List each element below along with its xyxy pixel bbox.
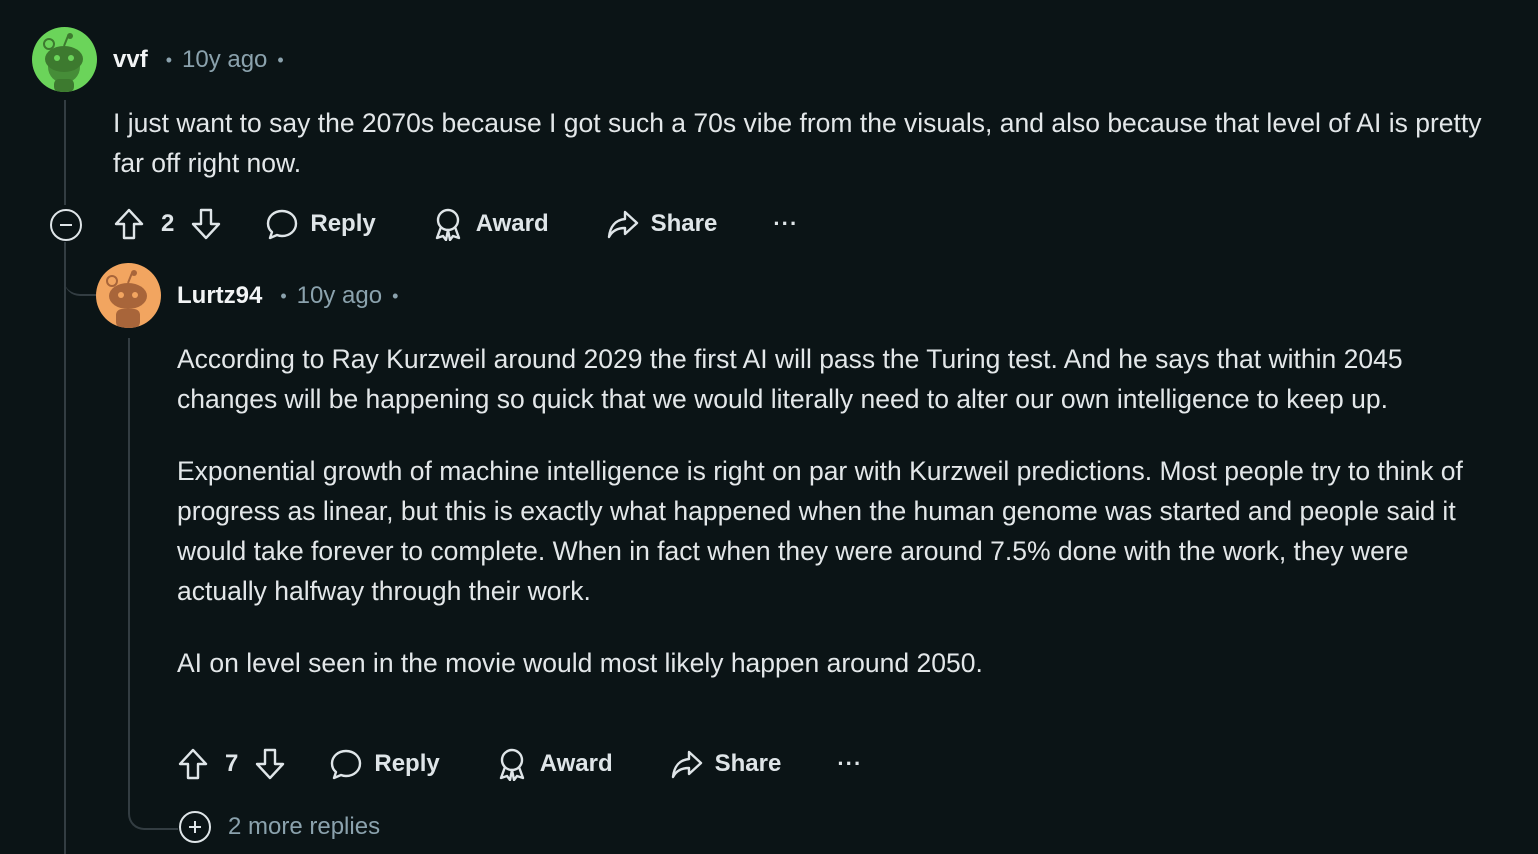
more-options-button[interactable]: ··· bbox=[837, 751, 862, 777]
share-button[interactable]: Share bbox=[671, 748, 782, 780]
more-options-icon: ··· bbox=[773, 211, 799, 236]
separator-dot: • bbox=[392, 285, 399, 306]
comment-actions: 7 Reply Award Share ··· bbox=[177, 742, 862, 786]
share-button[interactable]: Share bbox=[607, 208, 718, 240]
award-label: Award bbox=[539, 750, 613, 777]
reply-label: Reply bbox=[374, 750, 440, 777]
upvote-button[interactable] bbox=[113, 207, 145, 241]
avatar[interactable] bbox=[96, 263, 161, 328]
upvote-button[interactable] bbox=[177, 747, 209, 781]
timestamp[interactable]: 10y ago bbox=[182, 46, 267, 74]
expand-replies-button[interactable] bbox=[179, 811, 211, 843]
separator-dot: • bbox=[165, 49, 172, 70]
comment-bubble-icon bbox=[267, 209, 298, 240]
downvote-button[interactable] bbox=[190, 207, 222, 241]
timestamp[interactable]: 10y ago bbox=[297, 282, 382, 310]
more-options-button[interactable]: ··· bbox=[773, 211, 798, 237]
vote-count: 7 bbox=[225, 750, 239, 777]
upvote-icon bbox=[114, 208, 144, 240]
comment-body: I just want to say the 2070s because I g… bbox=[113, 103, 1503, 183]
plus-icon bbox=[189, 821, 201, 833]
award-icon bbox=[499, 748, 524, 781]
award-button[interactable]: Award bbox=[432, 207, 549, 241]
comment-bubble-icon bbox=[331, 749, 362, 780]
avatar[interactable] bbox=[32, 27, 97, 92]
comment-actions: 2 Reply Award Share ··· bbox=[113, 202, 798, 246]
separator-dot: • bbox=[277, 49, 284, 70]
username[interactable]: vvf bbox=[113, 46, 148, 74]
username[interactable]: Lurtz94 bbox=[177, 282, 262, 310]
downvote-button[interactable] bbox=[254, 747, 286, 781]
downvote-icon bbox=[192, 208, 221, 240]
snoo-avatar-icon bbox=[106, 270, 147, 328]
comment-meta: vvf • 10y ago • bbox=[113, 44, 294, 76]
reply-button[interactable]: Reply bbox=[330, 748, 440, 780]
downvote-icon bbox=[256, 748, 285, 780]
comment-paragraph: AI on level seen in the movie would most… bbox=[177, 648, 983, 678]
vote-count: 2 bbox=[161, 210, 175, 237]
thread-elbow-more bbox=[128, 796, 178, 830]
award-label: Award bbox=[475, 210, 549, 237]
more-replies-link[interactable]: 2 more replies bbox=[228, 813, 380, 841]
snoo-avatar-icon bbox=[43, 33, 83, 92]
comment-paragraph: I just want to say the 2070s because I g… bbox=[113, 108, 1482, 178]
thread-line-reply bbox=[128, 338, 130, 808]
thread-line-main bbox=[64, 100, 66, 205]
collapse-button[interactable] bbox=[50, 209, 82, 241]
upvote-icon bbox=[178, 748, 208, 780]
comment-body: According to Ray Kurzweil around 2029 th… bbox=[177, 339, 1487, 683]
thread-elbow-reply bbox=[64, 242, 96, 296]
comment-paragraph: According to Ray Kurzweil around 2029 th… bbox=[177, 344, 1403, 414]
minus-icon bbox=[60, 224, 72, 226]
award-icon bbox=[435, 208, 460, 241]
reply-button[interactable]: Reply bbox=[266, 208, 376, 240]
share-icon bbox=[671, 750, 702, 779]
share-label: Share bbox=[714, 750, 782, 777]
comment-meta: Lurtz94 • 10y ago • bbox=[177, 280, 408, 312]
reply-label: Reply bbox=[310, 210, 376, 237]
award-button[interactable]: Award bbox=[496, 747, 613, 781]
comment-paragraph: Exponential growth of machine intelligen… bbox=[177, 456, 1463, 606]
separator-dot: • bbox=[280, 285, 287, 306]
thread-line-main-lower bbox=[64, 242, 66, 854]
share-icon bbox=[607, 210, 638, 239]
share-label: Share bbox=[650, 210, 718, 237]
more-options-icon: ··· bbox=[837, 751, 863, 776]
